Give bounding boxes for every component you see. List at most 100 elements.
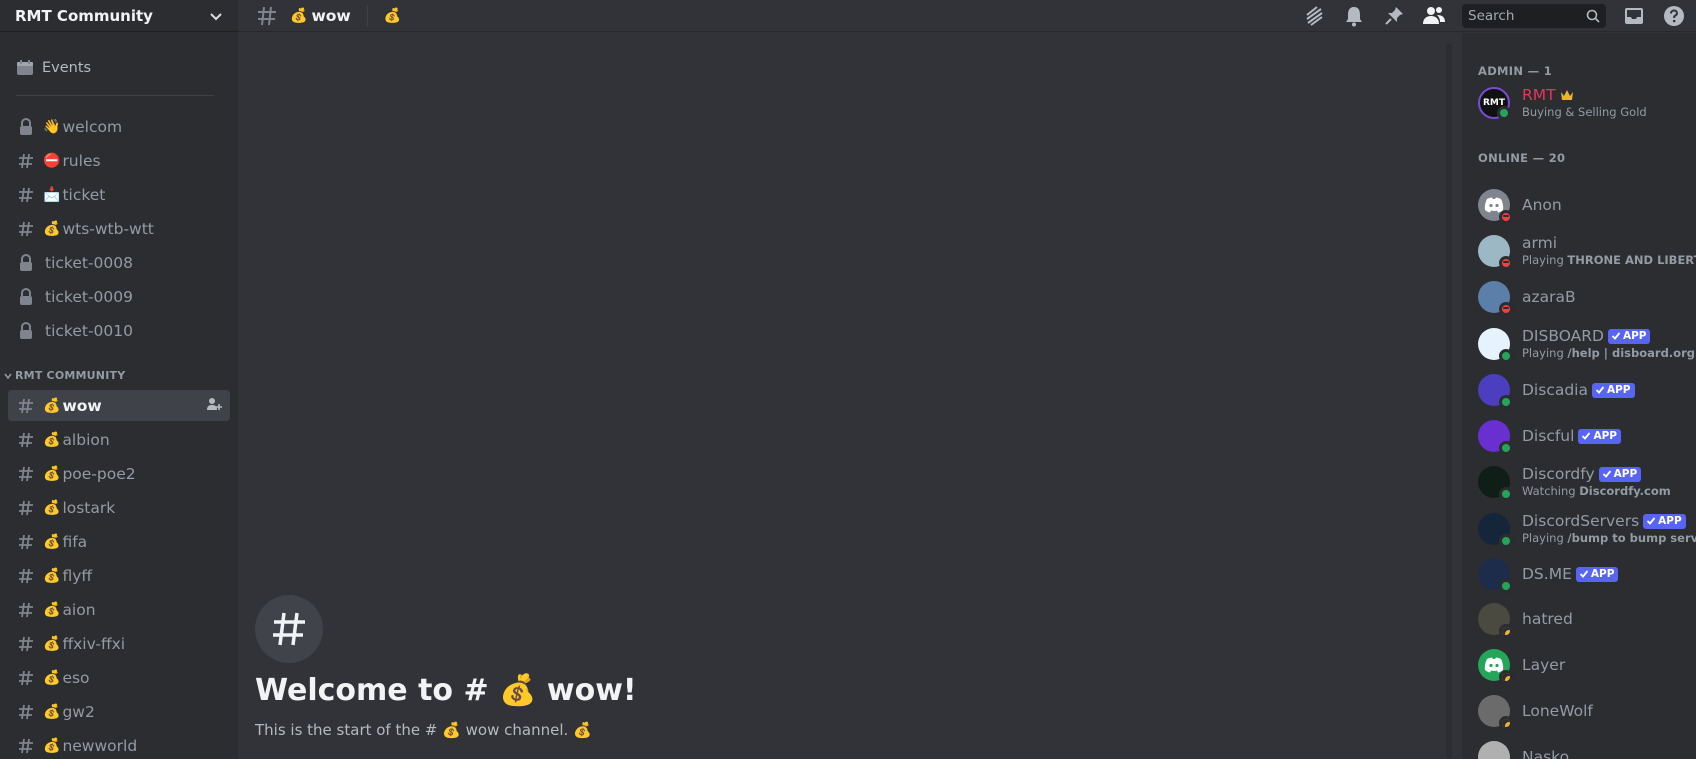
channel-albion[interactable]: 💰 albion: [8, 424, 230, 455]
channel-newworld[interactable]: 💰 newworld: [8, 730, 230, 759]
channel-ticket-0008[interactable]: ticket-0008: [8, 247, 230, 278]
channel-name: albion: [62, 430, 110, 449]
status-idle-icon: [1499, 716, 1513, 730]
channel-ticket-0009[interactable]: ticket-0009: [8, 281, 230, 312]
member-item-discordservers[interactable]: DiscordServers APP Playing /bump to bump s…: [1478, 512, 1696, 548]
search-box[interactable]: [1462, 4, 1606, 28]
help-icon[interactable]: [1662, 4, 1686, 28]
channel-name: ticket-0010: [45, 321, 133, 340]
member-item-armi[interactable]: armi Playing THRONE AND LIBERTY: [1478, 234, 1696, 270]
message-area: Welcome to # 💰 wow! This is the start of…: [238, 33, 1452, 759]
channel-ffxiv-ffxi[interactable]: 💰 ffxiv-ffxi: [8, 628, 230, 659]
member-activity: Playing THRONE AND LIBERTY: [1522, 253, 1696, 267]
bell-icon[interactable]: [1342, 4, 1366, 28]
member-activity: Buying & Selling Gold: [1522, 105, 1647, 119]
search-input[interactable]: [1468, 8, 1578, 24]
channel-name: ffxiv-ffxi: [62, 634, 126, 653]
hash-icon: [256, 5, 278, 27]
verified-check-icon: [1582, 432, 1591, 440]
hash-icon: [16, 219, 36, 239]
member-item-layer[interactable]: Layer: [1478, 649, 1696, 684]
status-online-icon: [1499, 486, 1513, 501]
verified-check-icon: [1595, 386, 1605, 394]
channel-name: ticket-0008: [45, 253, 133, 272]
hash-icon: [16, 736, 36, 756]
channel-name: wts-wtb-wtt: [62, 219, 154, 238]
status-online-icon: [1499, 441, 1513, 455]
channel-ticket[interactable]: 📩 ticket: [8, 179, 230, 210]
verified-check-icon: [1602, 470, 1611, 478]
channel-emoji: 💰: [43, 465, 61, 482]
category-header[interactable]: RMT COMMUNITY: [4, 369, 125, 382]
channel-name: gw2: [62, 702, 95, 721]
member-name: DS.ME: [1522, 565, 1572, 583]
inbox-icon[interactable]: [1622, 4, 1646, 28]
member-item-azarab[interactable]: azaraB: [1478, 281, 1696, 316]
avatar: [1478, 234, 1513, 270]
avatar: [1478, 558, 1513, 593]
member-name: DiscordServers: [1522, 512, 1640, 530]
channel-flyff[interactable]: 💰 flyff: [8, 560, 230, 591]
channel-welcom[interactable]: 👋 welcom: [8, 111, 230, 142]
channel-wow[interactable]: 💰 wow: [8, 390, 230, 421]
server-header[interactable]: RMT Community: [0, 0, 238, 32]
header-toolbar: [1286, 0, 1696, 32]
channel-lostark[interactable]: 💰 lostark: [8, 492, 230, 523]
member-name: Layer: [1522, 656, 1566, 674]
member-group-admin: ADMIN — 1: [1478, 64, 1553, 78]
member-item-discordfy[interactable]: Discordfy APP Watching Discordfy.com: [1478, 465, 1696, 501]
channel-emoji: 👋: [43, 118, 61, 135]
channel-rules[interactable]: ⛔ rules: [8, 145, 230, 176]
pin-icon[interactable]: [1382, 4, 1406, 28]
channel-ticket-0010[interactable]: ticket-0010: [8, 315, 230, 346]
avatar: RMT: [1478, 86, 1511, 120]
status-online-icon: [1499, 348, 1513, 363]
channel-gw2[interactable]: 💰 gw2: [8, 696, 230, 727]
member-list-icon[interactable]: [1422, 4, 1446, 28]
channel-emoji: 💰: [43, 220, 61, 237]
threads-icon[interactable]: [1302, 4, 1326, 28]
calendar-icon: [17, 60, 33, 75]
server-name: RMT Community: [15, 6, 153, 25]
channel-aion[interactable]: 💰 aion: [8, 594, 230, 625]
member-name: Discordfy: [1522, 465, 1595, 483]
member-item-discful[interactable]: Discful APP: [1478, 420, 1696, 455]
status-online-icon: [1499, 579, 1513, 593]
welcome-subtitle: This is the start of the # 💰 wow channel…: [255, 721, 592, 739]
channel-eso[interactable]: 💰 eso: [8, 662, 230, 693]
channel-emoji: 💰: [43, 499, 61, 516]
hash-icon: [16, 430, 36, 450]
channel-topic[interactable]: 💰: [384, 8, 401, 24]
channel-wts-wtb-wtt[interactable]: 💰 wts-wtb-wtt: [8, 213, 230, 244]
channel-name: lostark: [62, 498, 116, 517]
avatar: [1478, 649, 1513, 684]
member-item-hatred[interactable]: hatred: [1478, 603, 1696, 638]
welcome-title: Welcome to # 💰 wow!: [255, 673, 637, 708]
member-item-disboard[interactable]: DISBOARD APP Playing /help | disboard.org: [1478, 327, 1696, 363]
channel-emoji: 💰: [290, 7, 308, 24]
scrollbar[interactable]: [1446, 43, 1452, 759]
events-item[interactable]: Events: [8, 52, 230, 84]
app-badge: APP: [1578, 428, 1621, 444]
member-item-lonewolf[interactable]: LoneWolf: [1478, 695, 1696, 730]
create-invite-icon[interactable]: [206, 396, 222, 416]
member-name: LoneWolf: [1522, 702, 1593, 720]
avatar: [1478, 374, 1513, 409]
avatar: [1478, 512, 1513, 548]
member-item-ds-me[interactable]: DS.ME APP: [1478, 558, 1696, 593]
lock-icon: [16, 253, 36, 273]
app-badge: APP: [1598, 466, 1642, 482]
avatar: [1478, 281, 1513, 316]
member-item-nasko[interactable]: Nasko: [1478, 741, 1696, 759]
member-name: armi: [1522, 234, 1558, 252]
member-item-rmt[interactable]: RMT RMT Buying & Selling Gold: [1478, 86, 1696, 120]
verified-check-icon: [1647, 517, 1656, 525]
lock-icon: [16, 117, 36, 137]
search-icon: [1586, 9, 1600, 23]
channel-fifa[interactable]: 💰 fifa: [8, 526, 230, 557]
member-item-anon[interactable]: Anon: [1478, 189, 1696, 224]
hash-icon: [16, 566, 36, 586]
member-item-discadia[interactable]: Discadia APP: [1478, 374, 1696, 409]
channel-welcome-hash-icon: [255, 595, 323, 663]
channel-poe-poe2[interactable]: 💰 poe-poe2: [8, 458, 230, 489]
